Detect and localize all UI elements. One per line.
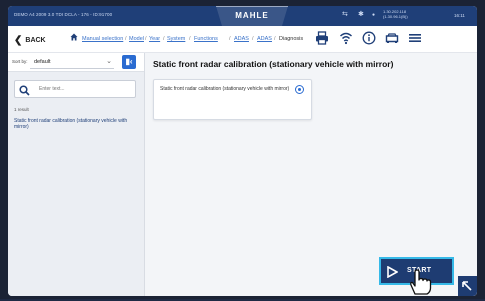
play-icon bbox=[387, 265, 399, 283]
function-card-label: Static front radar calibration (stationa… bbox=[160, 86, 290, 92]
screen: DEMO A4 2009 3.0 TDI DCLA - 176 - ID:917… bbox=[8, 6, 477, 296]
breadcrumb-separator: / bbox=[252, 36, 254, 42]
breadcrumb-year[interactable]: Year bbox=[149, 36, 160, 42]
breadcrumb-separator: / bbox=[229, 36, 231, 42]
device-frame: DEMO A4 2009 3.0 TDI DCLA - 176 - ID:917… bbox=[0, 0, 485, 299]
breadcrumb-separator: / bbox=[163, 36, 165, 42]
corner-resize-handle[interactable] bbox=[458, 276, 477, 296]
clock: 16:11 bbox=[454, 13, 465, 18]
breadcrumb-separator: / bbox=[189, 36, 191, 42]
sort-label: Sort by: bbox=[12, 59, 28, 64]
menu-icon[interactable] bbox=[407, 30, 423, 46]
info-icon[interactable] bbox=[361, 30, 377, 46]
collapse-icon: ▮‹ bbox=[125, 57, 133, 66]
chevron-down-icon: ⌄ bbox=[106, 58, 112, 65]
search-box[interactable] bbox=[14, 80, 136, 98]
breadcrumb-adas-1[interactable]: ADAS bbox=[234, 36, 249, 42]
result-count: 1 result bbox=[14, 107, 29, 112]
radio-dot bbox=[297, 87, 301, 91]
sort-row: Sort by: default ⌄ ▮‹ bbox=[8, 53, 144, 72]
breadcrumb-separator: / bbox=[274, 36, 276, 42]
sort-select[interactable]: default ⌄ bbox=[30, 56, 114, 69]
function-card[interactable]: Static front radar calibration (stationa… bbox=[153, 79, 312, 120]
sidebar: Sort by: default ⌄ ▮‹ 1 result Static fr… bbox=[8, 53, 145, 296]
vci-icon: ⇆ bbox=[342, 11, 348, 18]
bluetooth-icon: ✱ bbox=[358, 11, 364, 18]
chevron-left-icon: ❮ bbox=[14, 35, 23, 46]
wifi-icon[interactable] bbox=[338, 30, 354, 46]
status-dot-icon: ● bbox=[372, 12, 376, 18]
breadcrumb-diagnosis: Diagnosis bbox=[279, 36, 304, 42]
brand-logo: MAHLE bbox=[216, 6, 288, 26]
ip-address: 1.30.202.118 (1.30.96.1(B)) bbox=[383, 9, 408, 19]
home-icon[interactable] bbox=[70, 33, 78, 43]
collapse-sidebar-button[interactable]: ▮‹ bbox=[122, 55, 136, 69]
radio-selected[interactable] bbox=[295, 85, 304, 94]
search-input[interactable] bbox=[39, 83, 129, 94]
breadcrumb-manual-selection[interactable]: Manual selection bbox=[82, 36, 123, 42]
vehicle-info: DEMO A4 2009 3.0 TDI DCLA - 176 - ID:917… bbox=[14, 12, 113, 17]
car-icon[interactable] bbox=[384, 30, 400, 46]
printer-icon[interactable] bbox=[314, 30, 330, 46]
sort-value: default bbox=[34, 59, 51, 65]
hand-pointer-icon bbox=[406, 268, 432, 301]
back-button[interactable]: ❮ BACK bbox=[14, 34, 46, 46]
navigation-bar: ❮ BACK Manual selection / Model / Year / … bbox=[8, 26, 477, 53]
breadcrumb-system[interactable]: System bbox=[167, 36, 185, 42]
search-icon bbox=[19, 83, 30, 101]
brand-name: MAHLE bbox=[235, 11, 269, 20]
top-status-bar: DEMO A4 2009 3.0 TDI DCLA - 176 - ID:917… bbox=[8, 6, 477, 26]
breadcrumb-adas-2[interactable]: ADAS bbox=[257, 36, 272, 42]
breadcrumb-functions[interactable]: Functions bbox=[194, 36, 218, 42]
breadcrumb-model[interactable]: Model bbox=[129, 36, 144, 42]
breadcrumb-separator: / bbox=[125, 36, 127, 42]
page-title: Static front radar calibration (stationa… bbox=[153, 59, 394, 69]
breadcrumb-separator: / bbox=[145, 36, 147, 42]
result-list-item[interactable]: Static front radar calibration (stationa… bbox=[14, 118, 134, 130]
